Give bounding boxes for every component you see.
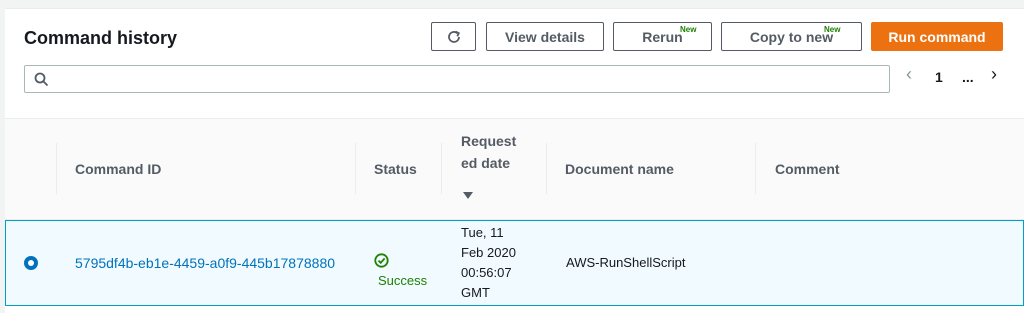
chevron-right-icon[interactable]: › (991, 64, 997, 85)
date-line: Feb 2020 (461, 245, 516, 260)
column-header-requested-date[interactable]: Request ed date (461, 133, 516, 171)
search-field[interactable] (24, 65, 890, 93)
chevron-left-icon[interactable]: ‹ (906, 64, 912, 85)
run-command-button[interactable]: Run command (871, 22, 1003, 51)
copy-to-new-button[interactable]: Copy to new New (721, 22, 862, 51)
search-input[interactable] (55, 69, 875, 89)
search-icon (34, 72, 49, 87)
new-badge: New (680, 25, 697, 34)
copy-to-new-label: Copy to new (749, 28, 834, 45)
view-details-button[interactable]: View details (486, 22, 604, 51)
column-header-label: ed date (461, 155, 511, 171)
refresh-icon (447, 30, 460, 43)
status-text: Success (378, 273, 428, 288)
page-number[interactable]: 1 (935, 69, 943, 85)
table-row[interactable]: 5795df4b-eb1e-4459-a0f9-445b17878880 Suc… (5, 220, 1024, 306)
row-select-radio[interactable] (24, 256, 38, 270)
column-divider (441, 143, 442, 194)
date-line: GMT (461, 285, 490, 300)
table-header: Command ID Status Request ed date Docume… (5, 118, 1024, 220)
date-line: 00:56:07 (461, 265, 512, 280)
column-header-comment[interactable]: Comment (775, 161, 840, 177)
column-header-document-name[interactable]: Document name (565, 161, 674, 177)
refresh-button[interactable] (431, 22, 476, 51)
column-header-status[interactable]: Status (374, 161, 417, 177)
command-history-panel: Command history View details Rerun New C… (5, 8, 1024, 313)
rerun-button[interactable]: Rerun New (613, 22, 712, 51)
page-title: Command history (24, 28, 178, 48)
column-divider (355, 143, 356, 194)
date-line: Tue, 11 (461, 225, 504, 240)
requested-date: Tue, 11 Feb 2020 00:56:07 GMT (461, 223, 516, 303)
pagination-ellipsis: ... (962, 69, 974, 85)
column-divider (755, 143, 756, 194)
column-divider (546, 143, 547, 194)
document-name: AWS-RunShellScript (566, 255, 686, 270)
new-badge: New (824, 25, 841, 34)
command-id-link[interactable]: 5795df4b-eb1e-4459-a0f9-445b17878880 (75, 253, 335, 273)
rerun-label: Rerun (642, 28, 683, 45)
column-header-label: Request (461, 133, 517, 149)
sort-desc-icon[interactable] (463, 192, 473, 200)
column-header-command-id[interactable]: Command ID (75, 161, 161, 177)
column-divider (56, 143, 57, 194)
success-icon (374, 253, 389, 268)
